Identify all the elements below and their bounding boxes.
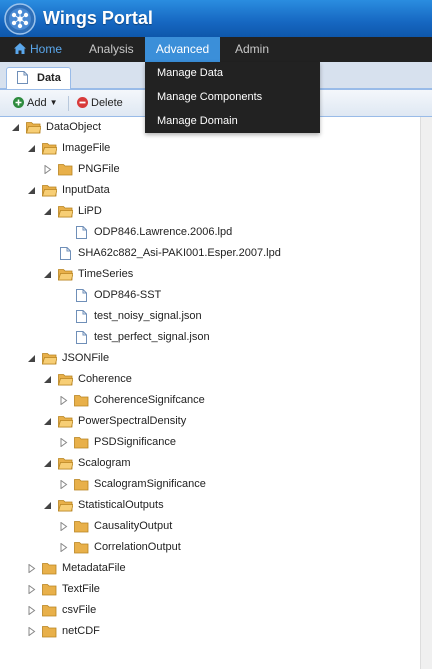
collapsed-arrow-icon[interactable]: [59, 438, 68, 447]
folder-open-icon: [58, 374, 73, 386]
tree-node-label: TextFile: [62, 583, 100, 595]
folder-open-icon: [42, 185, 57, 197]
tree-node-label: PNGFile: [78, 163, 120, 175]
collapsed-arrow-icon[interactable]: [59, 522, 68, 531]
folder-icon: [74, 479, 89, 491]
folder-open-icon: [58, 269, 73, 281]
file-icon: [76, 331, 87, 344]
tree-node-label: PSDSignificance: [94, 436, 176, 448]
file-icon: [76, 226, 87, 239]
collapsed-arrow-icon[interactable]: [27, 564, 36, 573]
tree-node-label: TimeSeries: [78, 268, 134, 280]
folder-icon: [58, 164, 73, 176]
wings-logo-icon: [4, 3, 36, 35]
file-icon: [76, 289, 87, 302]
tree-node-label: MetadataFile: [62, 562, 126, 574]
tree-node-label: PowerSpectralDensity: [78, 415, 187, 427]
folder-open-icon: [26, 122, 41, 134]
tree-node-label: csvFile: [62, 604, 97, 616]
folder-icon: [42, 605, 57, 617]
collapsed-arrow-icon[interactable]: [27, 585, 36, 594]
collapsed-arrow-icon[interactable]: [59, 543, 68, 552]
tree-node-label: DataObject: [46, 121, 102, 133]
folder-open-icon: [58, 500, 73, 512]
file-icon: [60, 247, 71, 260]
tree-scrollbar[interactable]: [420, 117, 432, 669]
expanded-arrow-icon[interactable]: [43, 459, 52, 468]
collapsed-arrow-icon[interactable]: [43, 165, 52, 174]
collapsed-arrow-icon[interactable]: [59, 480, 68, 489]
nav-admin[interactable]: Admin: [235, 37, 269, 62]
add-button-label: Add: [27, 97, 47, 109]
menu-item-manage-domain[interactable]: Manage Domain: [157, 112, 238, 130]
nav-analysis[interactable]: Analysis: [89, 37, 134, 62]
app-header: Wings Portal: [0, 0, 432, 37]
tree-node-label: ImageFile: [62, 142, 111, 154]
tree-node-label: test_noisy_signal.json: [94, 310, 202, 322]
tree-node-label: InputData: [62, 184, 110, 196]
expanded-arrow-icon[interactable]: [27, 144, 36, 153]
folder-icon: [74, 521, 89, 533]
tree-node-label: ODP846.Lawrence.2006.lpd: [94, 226, 233, 238]
home-icon: [14, 43, 26, 55]
collapsed-arrow-icon[interactable]: [27, 606, 36, 615]
tree-node-label: netCDF: [62, 625, 100, 637]
tree-node-label: ODP846-SST: [94, 289, 162, 301]
nav-advanced[interactable]: Advanced: [145, 37, 220, 62]
add-icon: [13, 96, 24, 108]
file-icon: [76, 310, 87, 323]
tree-node-label: Coherence: [78, 373, 132, 385]
tree-node-label: JSONFile: [62, 352, 110, 364]
expanded-arrow-icon[interactable]: [11, 123, 20, 132]
folder-icon: [42, 584, 57, 596]
folder-open-icon: [42, 353, 57, 365]
folder-icon: [42, 563, 57, 575]
expanded-arrow-icon[interactable]: [43, 270, 52, 279]
folder-open-icon: [58, 206, 73, 218]
tab-data-label: Data: [37, 72, 61, 84]
tree-node-label: CoherenceSignifcance: [94, 394, 205, 406]
document-icon: [17, 71, 28, 84]
tree-node-label: ScalogramSignificance: [94, 478, 206, 490]
toolbar-separator: [68, 96, 69, 111]
tree-node-label: CausalityOutput: [94, 520, 173, 532]
expanded-arrow-icon[interactable]: [43, 417, 52, 426]
folder-open-icon: [42, 143, 57, 155]
expanded-arrow-icon[interactable]: [43, 501, 52, 510]
tree-node-label: test_perfect_signal.json: [94, 331, 210, 343]
tree-node-label: CorrelationOutput: [94, 541, 181, 553]
folder-icon: [42, 626, 57, 638]
advanced-dropdown-menu: Manage Data Manage Components Manage Dom…: [145, 62, 320, 133]
chevron-down-icon: ▼: [49, 98, 58, 108]
collapsed-arrow-icon[interactable]: [59, 396, 68, 405]
tree-node-label: StatisticalOutputs: [78, 499, 164, 511]
expanded-arrow-icon[interactable]: [27, 354, 36, 363]
folder-icon: [74, 437, 89, 449]
menu-item-manage-data[interactable]: Manage Data: [157, 64, 223, 82]
folder-icon: [74, 542, 89, 554]
expanded-arrow-icon[interactable]: [43, 207, 52, 216]
delete-button[interactable]: Delete: [77, 94, 123, 112]
main-nav: Home Analysis Advanced Admin: [0, 37, 432, 62]
nav-home-label: Home: [30, 42, 63, 56]
nav-home[interactable]: Home: [14, 37, 62, 62]
collapsed-arrow-icon[interactable]: [27, 627, 36, 636]
app-title: Wings Portal: [43, 8, 153, 28]
tree-node-label: LiPD: [78, 205, 102, 217]
delete-icon: [77, 96, 88, 108]
tree-node-label: Scalogram: [78, 457, 131, 469]
tab-data[interactable]: Data: [6, 67, 71, 89]
folder-open-icon: [58, 416, 73, 428]
delete-button-label: Delete: [91, 97, 123, 109]
expanded-arrow-icon[interactable]: [43, 375, 52, 384]
menu-item-manage-components[interactable]: Manage Components: [157, 88, 262, 106]
expanded-arrow-icon[interactable]: [27, 186, 36, 195]
folder-icon: [74, 395, 89, 407]
add-button[interactable]: Add ▼: [13, 94, 58, 112]
folder-open-icon: [58, 458, 73, 470]
data-tree: DataObject ImageFile PNGFile InputData LiPD O…: [0, 117, 420, 669]
tree-node-label: SHA62c882_Asi-PAKI001.Esper.2007.lpd: [78, 247, 281, 259]
